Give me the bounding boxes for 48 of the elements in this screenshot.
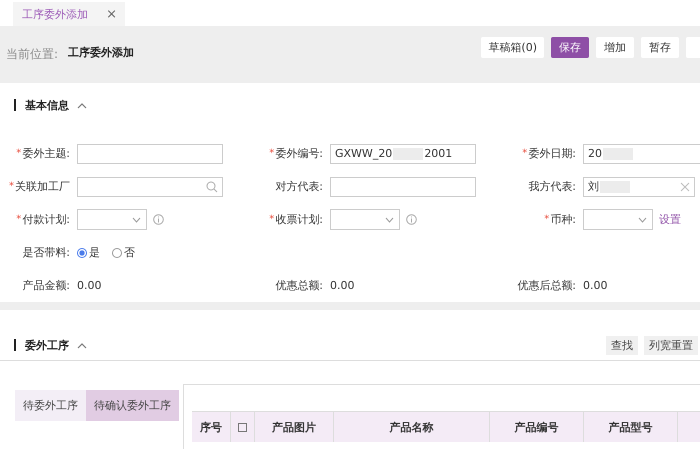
close-icon[interactable]: × bbox=[106, 6, 117, 22]
toolbar-button[interactable]: 列宽重置 bbox=[644, 336, 698, 354]
toolbar-button[interactable]: 查找 bbox=[606, 336, 638, 354]
section-title: 委外工序 bbox=[25, 338, 69, 352]
page-tab[interactable]: 工序委外添加 × bbox=[13, 2, 125, 26]
column-header[interactable]: 序号 bbox=[192, 412, 231, 442]
column-header[interactable]: 产品型号 bbox=[584, 412, 678, 442]
input-field[interactable]: 刘 bbox=[583, 176, 695, 196]
required-mark: * bbox=[9, 181, 14, 192]
amount-value: 0.00 bbox=[330, 279, 354, 292]
radio-label: 否 bbox=[124, 245, 135, 260]
settings-link[interactable]: 设置 bbox=[659, 212, 681, 227]
breadcrumb-label: 当前位置: bbox=[6, 46, 58, 63]
toolbar-button[interactable]: 草稿箱(0) bbox=[481, 37, 544, 58]
field-label: 关联加工厂 bbox=[15, 179, 70, 194]
amount-value: 0.00 bbox=[77, 279, 102, 292]
field-label: 付款计划: bbox=[22, 212, 70, 227]
toolbar-button[interactable]: 增加 bbox=[596, 37, 634, 58]
required-mark: * bbox=[269, 214, 274, 225]
required-mark: * bbox=[16, 148, 22, 159]
toolbar-button[interactable]: 保存 bbox=[551, 37, 589, 58]
field-label: 优惠总额: bbox=[275, 278, 323, 293]
toolbar-button[interactable]: 暂存 bbox=[641, 37, 679, 58]
required-mark: * bbox=[16, 214, 22, 225]
field-label: 是否带料: bbox=[22, 245, 70, 260]
field-label: 收票计划: bbox=[275, 212, 323, 227]
column-header[interactable]: 产品编号 bbox=[490, 412, 584, 442]
field-label: 我方代表: bbox=[528, 179, 576, 194]
input-field[interactable]: GXWW_20 2001 bbox=[330, 144, 476, 164]
field-label: 委外日期: bbox=[528, 146, 576, 161]
sub-tab[interactable]: 待委外工序 bbox=[15, 390, 86, 421]
radio-label: 是 bbox=[89, 245, 100, 260]
field-label: 委外主题: bbox=[22, 146, 70, 161]
field-label: 产品金额: bbox=[22, 278, 70, 293]
column-header[interactable]: 产品名称 bbox=[334, 412, 490, 442]
column-header[interactable]: 产品图片 bbox=[255, 412, 334, 442]
required-mark: * bbox=[269, 148, 274, 159]
field-label: 币种: bbox=[550, 212, 576, 227]
sub-tab[interactable]: 待确认委外工序 bbox=[86, 390, 179, 421]
input-field[interactable]: 20 bbox=[583, 144, 700, 164]
field-label: 优惠后总额: bbox=[517, 278, 576, 293]
required-mark: * bbox=[544, 214, 550, 225]
field-label: 对方代表: bbox=[275, 179, 323, 194]
field-label: 委外编号: bbox=[275, 146, 323, 161]
breadcrumb-current: 工序委外添加 bbox=[68, 45, 134, 60]
required-mark: * bbox=[522, 148, 528, 159]
amount-value: 0.00 bbox=[583, 279, 608, 292]
section-title: 基本信息 bbox=[25, 98, 69, 112]
